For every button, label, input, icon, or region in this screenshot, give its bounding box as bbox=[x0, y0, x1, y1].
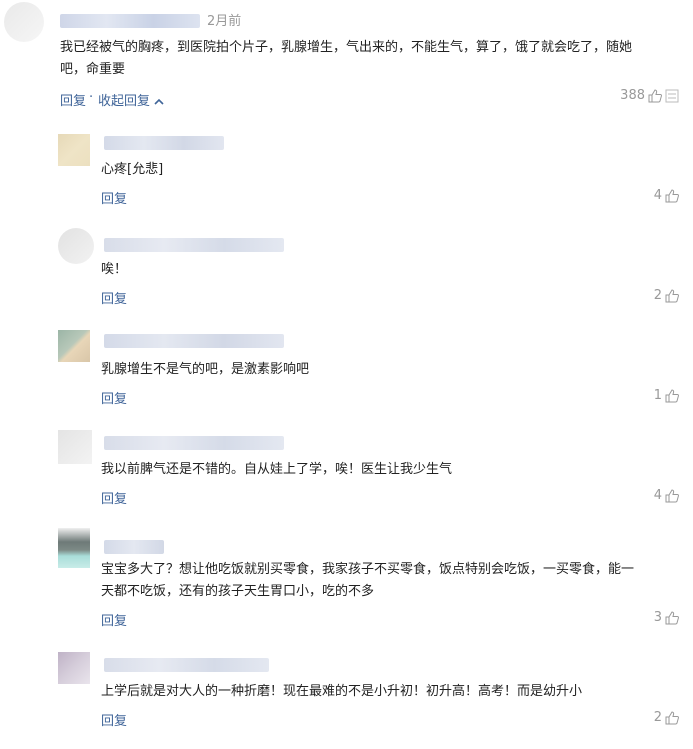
like-button[interactable]: 2 bbox=[654, 710, 679, 725]
username-redacted[interactable] bbox=[60, 14, 200, 28]
username-redacted[interactable] bbox=[104, 238, 284, 252]
avatar[interactable] bbox=[58, 134, 90, 166]
like-count: 4 bbox=[653, 188, 662, 203]
like-count: 1 bbox=[653, 388, 662, 403]
username-redacted[interactable] bbox=[104, 658, 269, 672]
thumbs-up-icon bbox=[665, 710, 679, 724]
like-button[interactable]: 3 bbox=[654, 610, 679, 625]
like-button[interactable]: 2 bbox=[654, 288, 679, 303]
reply-button[interactable]: 回复 bbox=[101, 710, 127, 729]
reply-text: 唉！ bbox=[101, 262, 128, 277]
thumbs-up-icon bbox=[648, 88, 662, 102]
like-count: 4 bbox=[653, 488, 662, 503]
reply-button[interactable]: 回复 bbox=[101, 488, 127, 507]
reply-text: 宝宝多大了？想让他吃饭就别买零食，我家孩子不买零食，饭点特别会吃饭，一买零食，能… bbox=[101, 562, 635, 577]
reply-button[interactable]: 回复 bbox=[101, 388, 127, 407]
reply-text: 乳腺增生不是气的吧，是激素影响吧 bbox=[101, 362, 310, 377]
collapse-replies-button[interactable]: 收起回复 bbox=[98, 90, 164, 109]
avatar[interactable] bbox=[4, 2, 44, 42]
username-redacted[interactable] bbox=[104, 334, 284, 348]
avatar[interactable] bbox=[58, 228, 94, 264]
comment-text: 我已经被气的胸疼，到医院拍个片子，乳腺增生，气出来的，不能生气，算了，饿了就会吃… bbox=[60, 40, 633, 55]
reply-text-cont: 天都不吃饭，还有的孩子天生胃口小，吃的不多 bbox=[101, 584, 375, 599]
like-button[interactable]: 4 bbox=[654, 488, 679, 503]
like-button[interactable]: 388 bbox=[620, 88, 679, 103]
avatar[interactable] bbox=[58, 430, 92, 464]
thumbs-up-icon bbox=[665, 610, 679, 624]
reply-text: 心疼[允悲] bbox=[101, 162, 164, 177]
username-redacted[interactable] bbox=[104, 136, 224, 150]
reply-text: 我以前脾气还是不错的。自从娃上了学，唉！医生让我少生气 bbox=[101, 462, 453, 477]
thumbs-up-icon bbox=[665, 488, 679, 502]
comment-time: 2月前 bbox=[207, 14, 242, 29]
avatar[interactable] bbox=[58, 528, 90, 568]
like-button[interactable]: 4 bbox=[654, 188, 679, 203]
username-redacted[interactable] bbox=[104, 436, 284, 450]
more-icon[interactable] bbox=[665, 89, 679, 103]
reply-text: 上学后就是对大人的一种折磨！现在最难的不是小升初！初升高！高考！而是幼升小 bbox=[101, 684, 583, 699]
username-redacted[interactable] bbox=[104, 540, 164, 554]
like-count: 3 bbox=[653, 610, 662, 625]
chevron-up-icon bbox=[154, 98, 164, 105]
like-count: 2 bbox=[653, 710, 662, 725]
reply-button[interactable]: 回复 bbox=[101, 610, 127, 629]
avatar[interactable] bbox=[58, 652, 90, 684]
like-button[interactable]: 1 bbox=[654, 388, 679, 403]
avatar[interactable] bbox=[58, 330, 90, 362]
reply-button[interactable]: 回复 bbox=[60, 90, 86, 109]
reply-button[interactable]: 回复 bbox=[101, 288, 127, 307]
reply-button[interactable]: 回复 bbox=[101, 188, 127, 207]
thumbs-up-icon bbox=[665, 188, 679, 202]
separator: · bbox=[89, 90, 94, 105]
thumbs-up-icon bbox=[665, 388, 679, 402]
comment-text-cont: 吧，命重要 bbox=[60, 62, 126, 77]
thumbs-up-icon bbox=[665, 288, 679, 302]
like-count: 2 bbox=[653, 288, 662, 303]
like-count: 388 bbox=[620, 88, 645, 103]
